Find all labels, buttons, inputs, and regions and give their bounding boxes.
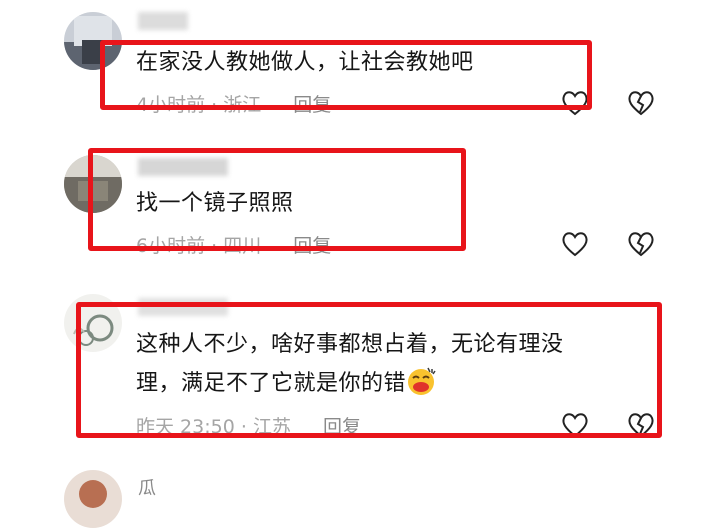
username[interactable]: 瓜 — [138, 474, 156, 500]
comment-item: 瓜 — [0, 0, 712, 528]
avatar[interactable] — [64, 470, 122, 528]
